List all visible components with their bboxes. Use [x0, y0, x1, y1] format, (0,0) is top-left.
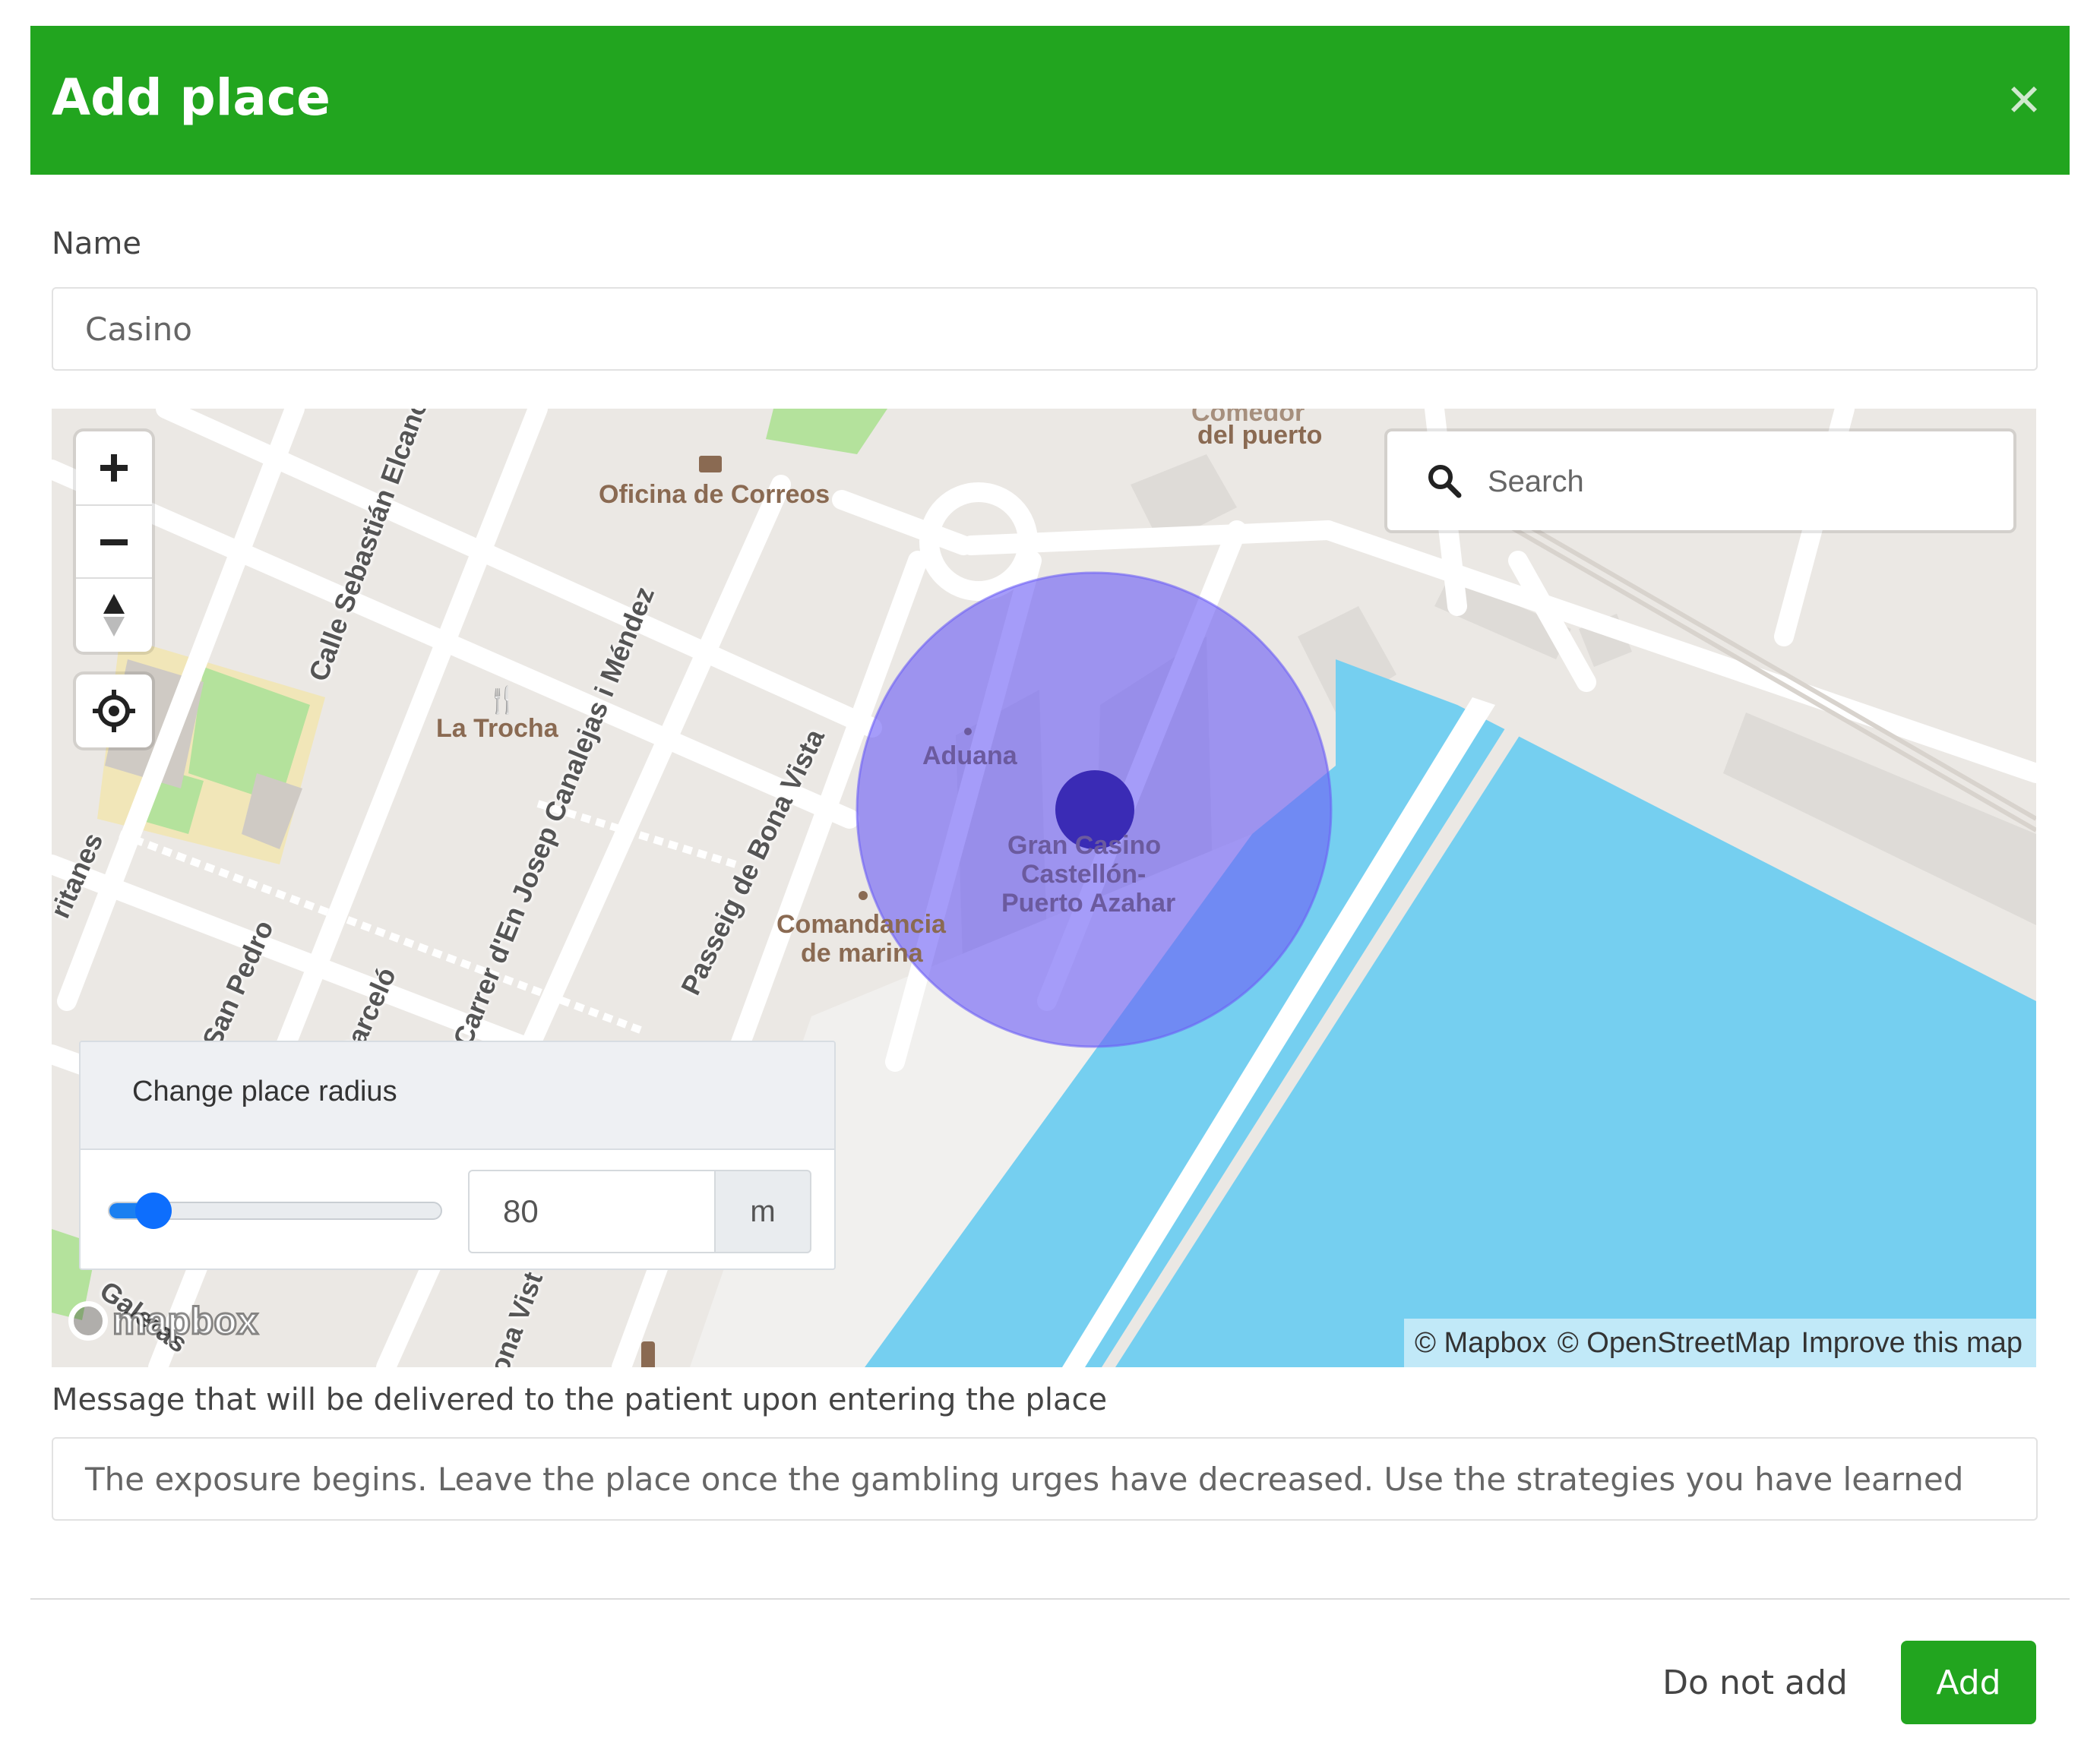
add-button[interactable]: Add [1901, 1641, 2036, 1724]
footer-divider [30, 1598, 2070, 1600]
search-icon [1428, 465, 1462, 498]
close-icon[interactable]: ✕ [2001, 77, 2047, 123]
message-input[interactable]: The exposure begins. Leave the place onc… [52, 1437, 2038, 1521]
crosshair-icon [93, 690, 135, 732]
zoom-in-button[interactable] [76, 431, 152, 504]
map-label-gran-casino-2: Castellón- [1021, 860, 1146, 889]
geolocate-button[interactable] [76, 675, 152, 747]
compass-icon [103, 594, 125, 637]
message-label: Message that will be delivered to the pa… [52, 1382, 1108, 1417]
attribution-mapbox-link[interactable]: © Mapbox [1415, 1327, 1547, 1360]
name-input-value: Casino [85, 310, 192, 348]
map-search [1387, 431, 2013, 530]
attribution-osm-link[interactable]: © OpenStreetMap [1558, 1327, 1791, 1360]
do-not-add-button[interactable]: Do not add [1641, 1641, 1869, 1724]
radius-panel-title: Change place radius [132, 1076, 397, 1107]
mail-icon [699, 456, 722, 472]
mapbox-logo-icon [68, 1301, 108, 1341]
radius-slider-thumb[interactable] [134, 1193, 172, 1229]
dialog-title: Add place [52, 68, 330, 127]
map-label-puerto-2: del puerto [1197, 421, 1323, 450]
map-label-la-trocha: La Trocha [436, 714, 558, 743]
map-label-gran-casino-1: Gran Casino [1007, 831, 1162, 860]
radius-panel: Change place radius 80 m [79, 1041, 836, 1270]
attribution-improve-link[interactable]: Improve this map [1801, 1327, 2023, 1360]
zoom-controls [76, 431, 152, 652]
name-label: Name [52, 226, 142, 261]
map-label-comandancia-2: de marina [801, 939, 923, 968]
map-search-input[interactable] [1486, 447, 1991, 517]
dialog-header: Add place ✕ [30, 26, 2070, 175]
message-input-value: The exposure begins. Leave the place onc… [85, 1460, 1964, 1498]
map-attribution: © Mapbox © OpenStreetMap Improve this ma… [1403, 1319, 2036, 1367]
plus-icon [100, 454, 128, 482]
monument-icon [641, 1341, 655, 1367]
compass-button[interactable] [76, 577, 152, 652]
map-label-aduana: Aduana [922, 741, 1017, 770]
restaurant-icon: 🍴 [486, 685, 519, 716]
name-input[interactable]: Casino [52, 287, 2038, 371]
radius-unit: m [714, 1170, 811, 1253]
radius-panel-header: Change place radius [81, 1042, 834, 1150]
map-label-comandancia-1: Comandancia [776, 910, 946, 939]
zoom-out-button[interactable] [76, 504, 152, 579]
minus-icon [100, 539, 128, 545]
map-label-correos: Oficina de Correos [599, 480, 830, 509]
map-label-gran-casino-3: Puerto Azahar [1001, 889, 1176, 918]
radius-input[interactable]: 80 [468, 1170, 716, 1253]
radius-input-value: 80 [503, 1193, 539, 1229]
mapbox-logo-text: mapbox [112, 1299, 260, 1344]
mapbox-logo[interactable]: mapbox [68, 1299, 260, 1344]
map[interactable]: Oficina de Correos Comedor del puerto La… [52, 409, 2036, 1367]
